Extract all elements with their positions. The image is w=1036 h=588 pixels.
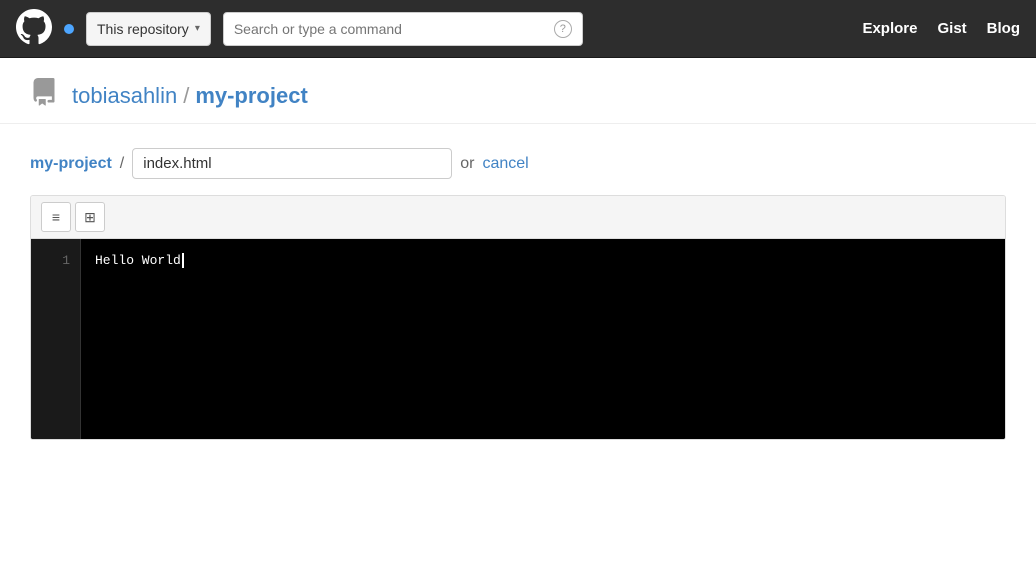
file-icon: ≡ xyxy=(52,209,60,225)
nav-link-blog[interactable]: Blog xyxy=(987,20,1020,37)
filename-input[interactable] xyxy=(132,148,452,179)
cancel-link[interactable]: cancel xyxy=(482,155,528,173)
line-numbers: 1 xyxy=(31,239,81,439)
repo-selector[interactable]: This repository ▾ xyxy=(86,12,211,46)
repo-name-link[interactable]: my-project xyxy=(195,83,307,109)
chevron-down-icon: ▾ xyxy=(195,23,200,34)
code-text-1: Hello World xyxy=(95,249,181,272)
fullscreen-button[interactable]: ⊞ xyxy=(75,202,105,232)
editor-area: my-project / or cancel ≡ ⊞ 1 Hello World xyxy=(0,124,1036,464)
path-slash: / xyxy=(120,155,124,173)
code-editor: ≡ ⊞ 1 Hello World xyxy=(30,195,1006,440)
soft-wrap-button[interactable]: ≡ xyxy=(41,202,71,232)
nav-links: Explore Gist Blog xyxy=(862,20,1020,37)
breadcrumb-separator: / xyxy=(183,83,189,109)
repository-icon xyxy=(30,78,58,113)
code-content[interactable]: Hello World xyxy=(81,239,1005,439)
search-container: ? xyxy=(223,12,583,46)
editor-body[interactable]: 1 Hello World xyxy=(31,239,1005,439)
current-dir-link[interactable]: my-project xyxy=(30,155,112,173)
top-navigation: This repository ▾ ? Explore Gist Blog xyxy=(0,0,1036,58)
or-text: or xyxy=(460,155,474,173)
help-icon[interactable]: ? xyxy=(554,20,572,38)
nav-link-gist[interactable]: Gist xyxy=(937,20,966,37)
search-input[interactable] xyxy=(234,21,548,37)
nav-link-explore[interactable]: Explore xyxy=(862,20,917,37)
owner-link[interactable]: tobiasahlin xyxy=(72,83,177,109)
file-path-row: my-project / or cancel xyxy=(30,148,1006,179)
github-logo[interactable] xyxy=(16,9,52,48)
repo-breadcrumb: tobiasahlin / my-project xyxy=(72,83,308,109)
repo-header: tobiasahlin / my-project xyxy=(0,58,1036,124)
text-cursor xyxy=(182,253,184,268)
notification-dot[interactable] xyxy=(64,24,74,34)
repo-selector-label: This repository xyxy=(97,21,189,37)
expand-icon: ⊞ xyxy=(84,209,96,226)
line-number-1: 1 xyxy=(31,249,80,272)
editor-toolbar: ≡ ⊞ xyxy=(31,196,1005,239)
code-line-1: Hello World xyxy=(95,249,991,272)
